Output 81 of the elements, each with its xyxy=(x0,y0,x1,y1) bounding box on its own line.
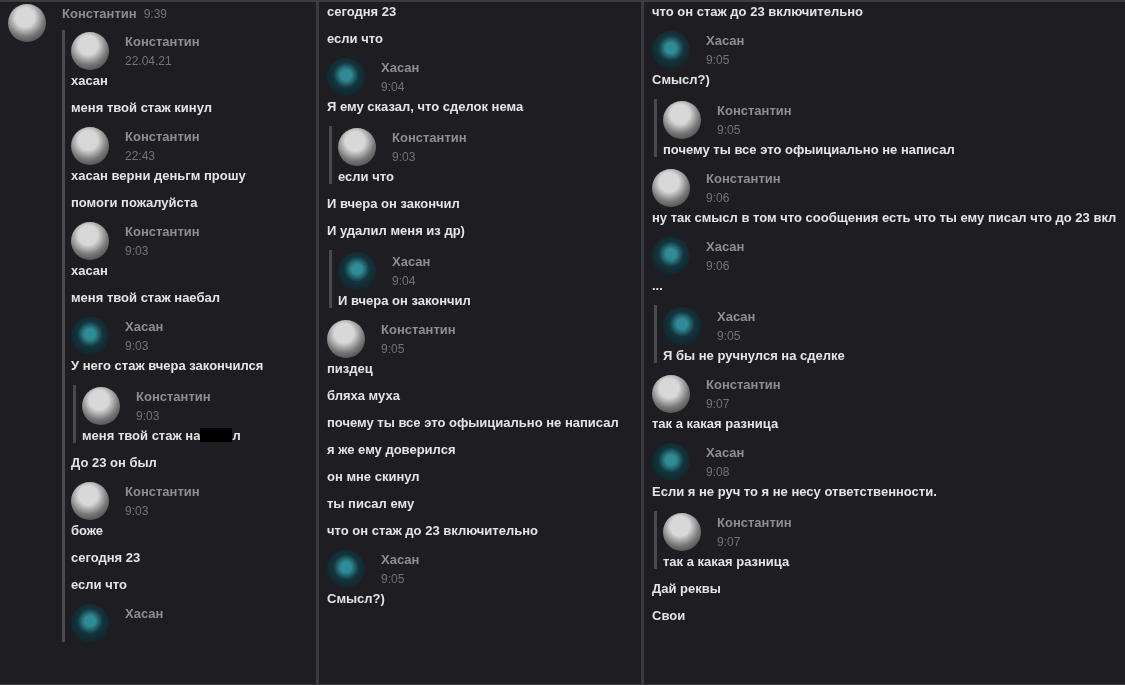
author-name: Хасан xyxy=(717,309,756,325)
message-text: У него стаж вчера закончился xyxy=(71,358,265,373)
message-text: так а какая разница xyxy=(663,554,791,569)
message-text: пиздец xyxy=(327,361,374,376)
author-name: Константин xyxy=(125,34,200,50)
author-name: Константин xyxy=(706,171,781,187)
message-time: 22.04.21 xyxy=(125,53,173,69)
message-time: 9:03 xyxy=(392,149,417,165)
message-text: что он стаж до 23 включительно xyxy=(327,523,539,538)
message-time: 9:06 xyxy=(706,258,731,274)
author-name: Константин xyxy=(62,6,137,22)
message-text: Если я не руч то я не несу ответственности. xyxy=(652,484,938,499)
message-time: 9:03 xyxy=(136,408,161,424)
message-text: меня твой стаж наебал xyxy=(71,290,221,305)
author-name: Хасан xyxy=(706,239,745,255)
message-text: я же ему доверился xyxy=(327,442,457,457)
author-name: Константин xyxy=(125,224,200,240)
message-text: ... xyxy=(652,278,664,293)
author-name: Константин xyxy=(381,322,456,338)
message-text: И удалил меня из др) xyxy=(327,223,466,238)
message-text: Свои xyxy=(652,608,687,623)
message-text: И вчера он закончил xyxy=(327,196,461,211)
message-text: меня твой стаж на xyxy=(82,428,201,443)
message-time: 9:05 xyxy=(381,341,406,357)
author-name: Константин xyxy=(136,389,211,405)
author-name: Хасан xyxy=(381,552,420,568)
message-text: Смысл?) xyxy=(327,591,386,606)
author-name: Константин xyxy=(125,484,200,500)
message-text: если что xyxy=(71,577,128,592)
message-text: так а какая разница xyxy=(652,416,780,431)
message-text: если что xyxy=(327,31,384,46)
redaction-bar xyxy=(200,428,233,442)
message-time: 9:05 xyxy=(717,328,742,344)
message-time: 9:05 xyxy=(381,571,406,587)
message-text: Я бы не ручнулся на сделке xyxy=(663,348,846,363)
message-time: 9:03 xyxy=(125,338,150,354)
author-name: Константин xyxy=(125,129,200,145)
message-text: л xyxy=(232,428,241,443)
author-name: Хасан xyxy=(125,606,164,622)
author-name: Хасан xyxy=(125,319,164,335)
message-time: 9:05 xyxy=(717,122,742,138)
message-time: 9:07 xyxy=(706,396,731,412)
message-time: 9:08 xyxy=(706,464,731,480)
message-text: ты писал ему xyxy=(327,496,416,511)
author-name: Константин xyxy=(717,515,792,531)
message-time: 9:04 xyxy=(392,273,417,289)
message-text: хасан верни деньгм прошу xyxy=(71,168,247,183)
message-time: 9:39 xyxy=(143,6,167,22)
message-time: 9:03 xyxy=(125,503,150,519)
message-text: если что xyxy=(338,169,395,184)
author-name: Хасан xyxy=(392,254,431,270)
author-name: Хасан xyxy=(706,33,745,49)
message-text: сегодня 23 xyxy=(71,550,142,565)
author-name: Константин xyxy=(717,103,792,119)
author-name: Хасан xyxy=(706,445,745,461)
message-time: 22:43 xyxy=(125,148,157,164)
message-text: почему ты все это офыициально не написал xyxy=(327,415,620,430)
message-text: боже xyxy=(71,523,105,538)
message-text: ну так смысл в том что сообщения есть что ты ему писал что до 23 вкл xyxy=(652,210,1117,225)
message-time: 9:05 xyxy=(706,52,731,68)
message-text: И вчера он закончил xyxy=(338,293,472,308)
message-text: что он стаж до 23 включительно xyxy=(652,4,864,19)
message-text: Дай реквы xyxy=(652,581,722,596)
message-text: меня твой стаж кинул xyxy=(71,100,213,115)
message-time: 9:06 xyxy=(706,190,731,206)
author-name: Константин xyxy=(706,377,781,393)
message-time: 9:03 xyxy=(125,243,150,259)
message-text: До 23 он был xyxy=(71,455,158,470)
author-name: Хасан xyxy=(381,60,420,76)
author-name: Константин xyxy=(392,130,467,146)
message-text: хасан xyxy=(71,263,109,278)
message-text: Смысл?) xyxy=(652,72,711,87)
message-time: 9:04 xyxy=(381,79,406,95)
message-text: он мне скинул xyxy=(327,469,421,484)
message-text: бляха муха xyxy=(327,388,401,403)
message-text: почему ты все это офыициально не написал xyxy=(663,142,956,157)
message-text: Я ему сказал, что сделок нема xyxy=(327,99,525,114)
message-text: сегодня 23 xyxy=(327,4,398,19)
message-text: хасан xyxy=(71,73,109,88)
message-text: помоги пожалуйста xyxy=(71,195,199,210)
message-time: 9:07 xyxy=(717,534,742,550)
